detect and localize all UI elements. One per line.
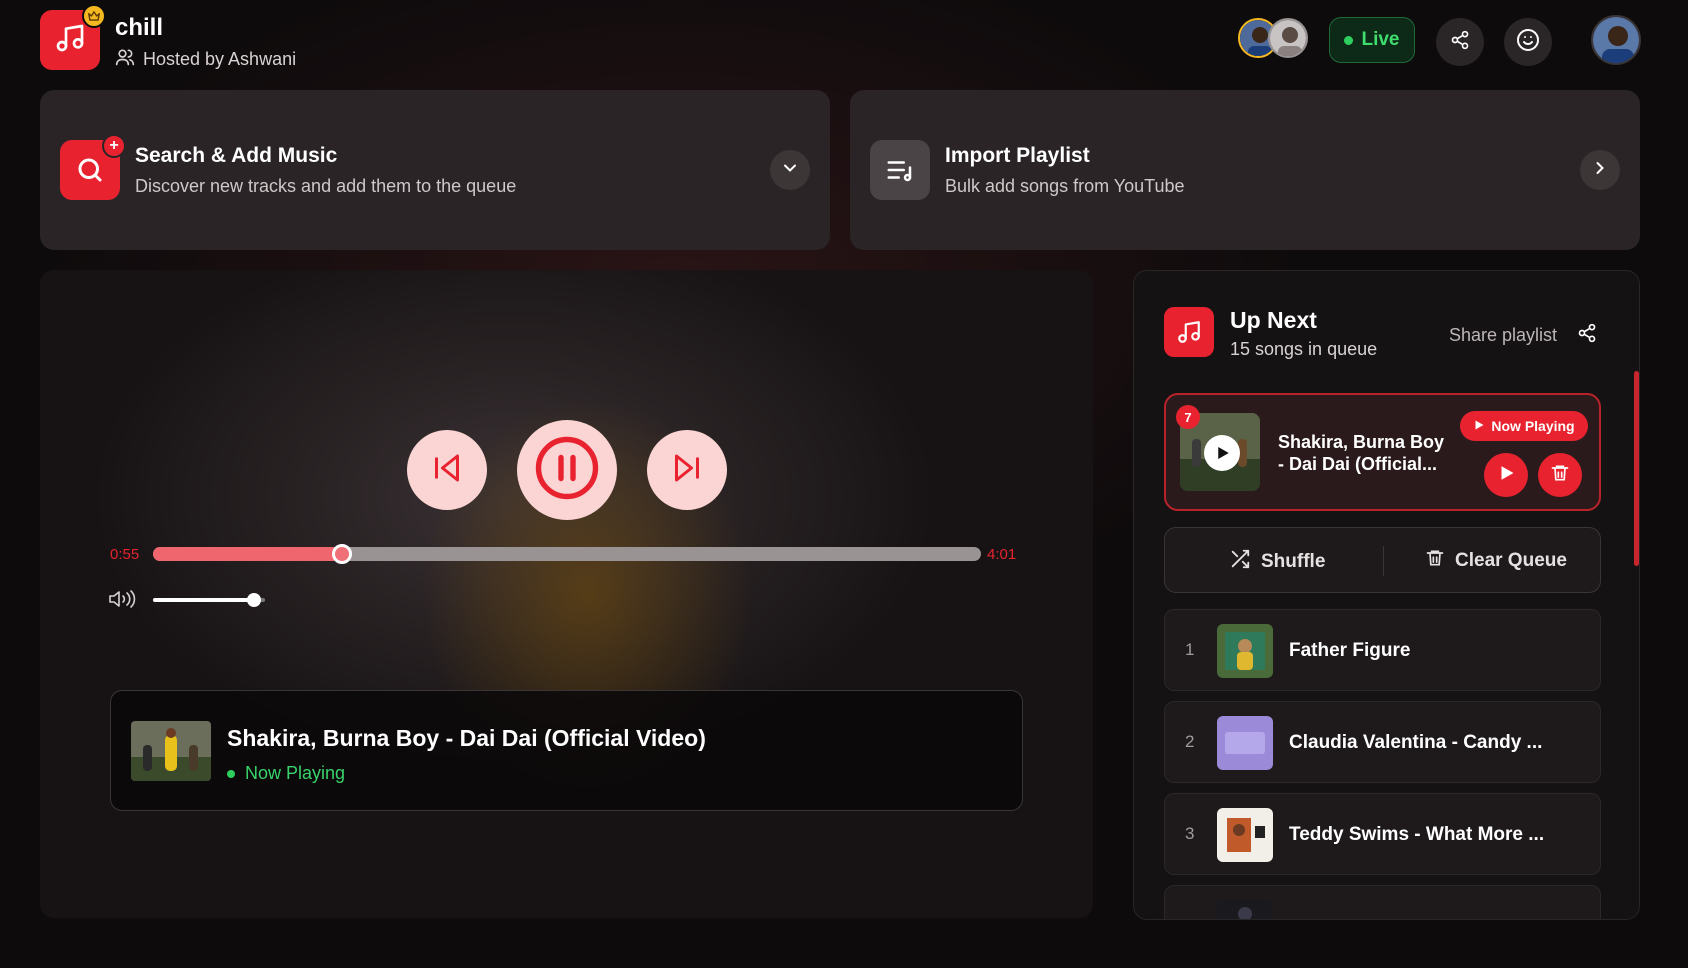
queue-actions: Shuffle Clear Queue (1164, 527, 1601, 593)
queue-count: 15 songs in queue (1230, 339, 1378, 359)
expand-button[interactable] (770, 150, 810, 190)
search-add-music-card[interactable]: + Search & Add Music Discover new tracks… (40, 90, 830, 250)
crown-icon (82, 4, 106, 28)
seek-handle[interactable] (331, 544, 352, 564)
queue-panel: Up Next 15 songs in queue Share playlist… (1133, 270, 1640, 920)
share-playlist-button[interactable]: Share playlist (1449, 323, 1597, 348)
playlist-icon (870, 140, 930, 200)
trash-icon (1550, 463, 1570, 488)
chevron-right-icon (1590, 158, 1610, 183)
now-playing-card: Shakira, Burna Boy - Dai Dai (Official V… (110, 690, 1023, 811)
chevron-down-icon (780, 158, 800, 183)
user-avatar[interactable] (1591, 15, 1641, 65)
elapsed-time: 0:55 (110, 546, 140, 563)
queue-number: 4 (1185, 916, 1194, 919)
import-playlist-card[interactable]: Import Playlist Bulk add songs from YouT… (850, 90, 1640, 250)
trash-icon (1425, 548, 1445, 574)
room-logo (40, 4, 106, 70)
room-name: chill (115, 14, 164, 41)
queue-number: 1 (1185, 640, 1195, 659)
next-button[interactable] (647, 430, 727, 510)
live-dot-icon (1344, 35, 1354, 45)
pause-icon (531, 432, 603, 509)
search-card-title: Search & Add Music (135, 144, 338, 167)
duration-time: 4:01 (987, 546, 1017, 563)
now-playing-pill-label: Now Playing (1491, 418, 1575, 434)
current-track-title: Shakira, Burna Boy - Dai Dai (Official..… (1278, 432, 1445, 474)
queue-scrollbar[interactable] (1634, 371, 1639, 566)
share-playlist-label: Share playlist (1449, 325, 1558, 345)
room-header: chill Hosted by Ashwani Live (40, 4, 1641, 72)
share-icon (1577, 323, 1597, 348)
avatar[interactable] (1268, 18, 1308, 58)
track-thumbnail (1217, 900, 1273, 919)
seek-bar-fill (153, 547, 342, 561)
seek-bar[interactable] (153, 544, 981, 564)
clear-queue-button[interactable]: Clear Queue (1425, 548, 1567, 574)
queue-number: 2 (1185, 732, 1195, 751)
pause-button[interactable] (517, 420, 617, 520)
plus-icon: + (102, 134, 126, 158)
play-icon[interactable] (1204, 435, 1240, 471)
volume-slider[interactable] (153, 593, 265, 607)
smile-icon (1516, 28, 1540, 57)
volume-handle[interactable] (246, 593, 261, 607)
previous-button[interactable] (407, 430, 487, 510)
users-icon (115, 47, 135, 72)
queue-number: 3 (1185, 824, 1195, 843)
list-item[interactable]: 1 Father Figure (1164, 609, 1601, 691)
search-card-subtitle: Discover new tracks and add them to the … (135, 176, 517, 196)
divider (1383, 546, 1384, 576)
delete-button[interactable] (1538, 453, 1582, 497)
video-player[interactable]: 0:55 4:01 Shakira, Burna Boy - Dai Dai (… (40, 270, 1093, 918)
skip-back-icon (429, 450, 465, 491)
share-icon (1450, 30, 1470, 55)
now-playing-status-text: Now Playing (245, 763, 346, 783)
play-icon (1473, 418, 1485, 434)
music-note-icon (54, 22, 86, 59)
track-name: Claudia Valentina - Candy ... (1289, 732, 1543, 753)
now-playing-title: Shakira, Burna Boy - Dai Dai (Official V… (227, 725, 706, 751)
shuffle-button[interactable]: Shuffle (1229, 548, 1325, 576)
shuffle-label: Shuffle (1261, 551, 1326, 572)
track-thumbnail (1217, 716, 1273, 770)
track-thumbnail (1217, 624, 1273, 678)
clear-queue-label: Clear Queue (1455, 550, 1567, 571)
list-item[interactable]: 4 (1164, 885, 1601, 919)
list-item[interactable]: 3 Teddy Swims - What More ... (1164, 793, 1601, 875)
participant-avatars[interactable] (1238, 16, 1310, 60)
now-playing-status: Now Playing (227, 763, 345, 784)
list-item[interactable]: 2 Claudia Valentina - Candy ... (1164, 701, 1601, 783)
track-thumbnail (1217, 808, 1273, 862)
current-track-item[interactable]: 7 Shakira, Burna Boy - Dai Dai (Official… (1164, 393, 1601, 511)
shuffle-icon (1229, 548, 1251, 576)
track-name: Teddy Swims - What More ... (1289, 824, 1545, 845)
queue-title: Up Next (1230, 307, 1317, 333)
host-text: Hosted by Ashwani (143, 49, 297, 69)
volume-icon[interactable] (108, 588, 142, 615)
live-label: Live (1361, 29, 1400, 50)
status-dot-icon (227, 769, 235, 778)
open-button[interactable] (1580, 150, 1620, 190)
play-button[interactable] (1484, 453, 1528, 497)
host-line: Hosted by Ashwani (115, 47, 296, 72)
import-card-subtitle: Bulk add songs from YouTube (945, 176, 1185, 196)
live-button[interactable]: Live (1329, 17, 1415, 63)
queue-position-badge: 7 (1176, 405, 1200, 429)
skip-forward-icon (669, 450, 705, 491)
now-playing-badge: Now Playing (1460, 411, 1588, 441)
import-card-title: Import Playlist (945, 144, 1090, 167)
emoji-button[interactable] (1504, 18, 1552, 66)
track-name: Father Figure (1289, 640, 1411, 661)
music-note-icon (1164, 307, 1214, 357)
volume-fill (153, 598, 254, 602)
play-icon (1497, 464, 1515, 487)
share-button[interactable] (1436, 18, 1484, 66)
now-playing-thumbnail (131, 721, 211, 781)
